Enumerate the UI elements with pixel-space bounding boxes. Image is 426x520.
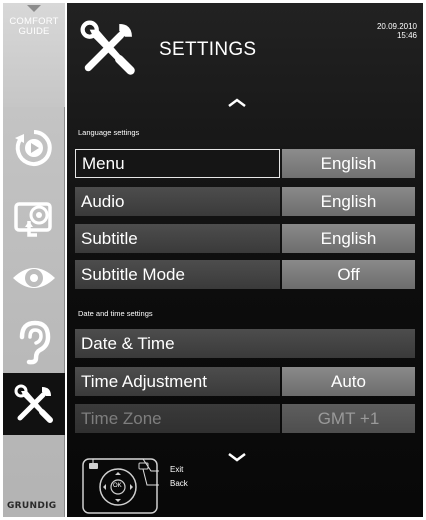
comfort-guide-line-2: GUIDE — [18, 26, 50, 37]
settings-tools-icon — [80, 20, 135, 75]
row-label: Time Adjustment — [75, 367, 280, 396]
time-text: 15:46 — [396, 31, 417, 40]
row-label: Date & Time — [75, 329, 415, 358]
row-value: GMT +1 — [282, 404, 415, 433]
ok-key-label: OK — [113, 483, 122, 489]
row-label: Subtitle — [75, 224, 280, 253]
sidebar-item-source[interactable] — [3, 117, 65, 179]
scroll-down-icon[interactable] — [227, 452, 247, 462]
brand-logo: GRUNDIG — [7, 501, 57, 511]
scroll-up-icon[interactable] — [227, 98, 247, 108]
exit-hint: Exit — [170, 465, 184, 474]
row-label: Audio — [75, 187, 280, 216]
time-adjustment-row[interactable]: Time Adjustment Auto — [75, 367, 415, 396]
audio-row[interactable]: Audio English — [75, 187, 415, 216]
row-value: English — [282, 224, 415, 253]
section-label-language: Language settings — [78, 128, 140, 137]
subtitle-mode-row[interactable]: Subtitle Mode Off — [75, 260, 415, 289]
sidebar-item-picture[interactable] — [3, 187, 65, 249]
sidebar-item-eye[interactable] — [3, 247, 65, 309]
datetime: 20.09.2010 15:46 — [377, 22, 417, 40]
eye-icon — [13, 268, 55, 288]
back-hint: Back — [170, 479, 188, 488]
subtitle-row[interactable]: Subtitle English — [75, 224, 415, 253]
date-text: 20.09.2010 — [376, 22, 417, 31]
sidebar-item-settings[interactable] — [3, 373, 65, 435]
source-icon — [15, 130, 52, 166]
date-time-row[interactable]: Date & Time — [75, 329, 415, 358]
row-value: Off — [282, 260, 415, 289]
tv-menu-screen: COMFORT GUIDE GRUNDIG SETTINGS 20.09.201… — [0, 0, 426, 520]
ear-icon — [19, 320, 51, 365]
time-zone-row: Time Zone GMT +1 — [75, 404, 415, 433]
sidebar-item-ear[interactable] — [3, 311, 65, 373]
row-label: Subtitle Mode — [75, 260, 280, 289]
settings-tools-icon — [14, 384, 53, 423]
picture-icon — [14, 202, 52, 237]
menu-row[interactable]: Menu English — [75, 149, 415, 178]
row-label: Time Zone — [75, 404, 280, 433]
caret-down-icon — [27, 5, 41, 12]
row-label: Menu — [75, 149, 280, 178]
section-label-date-time: Date and time settings — [78, 309, 153, 318]
row-value: Auto — [282, 367, 415, 396]
row-value: English — [282, 187, 415, 216]
settings-panel: SETTINGS 20.09.2010 15:46 Language setti… — [67, 3, 423, 517]
row-value: English — [282, 149, 415, 178]
page-title: SETTINGS — [159, 39, 257, 60]
sidebar: COMFORT GUIDE GRUNDIG — [3, 3, 65, 517]
comfort-guide-button[interactable]: COMFORT GUIDE — [3, 3, 65, 107]
